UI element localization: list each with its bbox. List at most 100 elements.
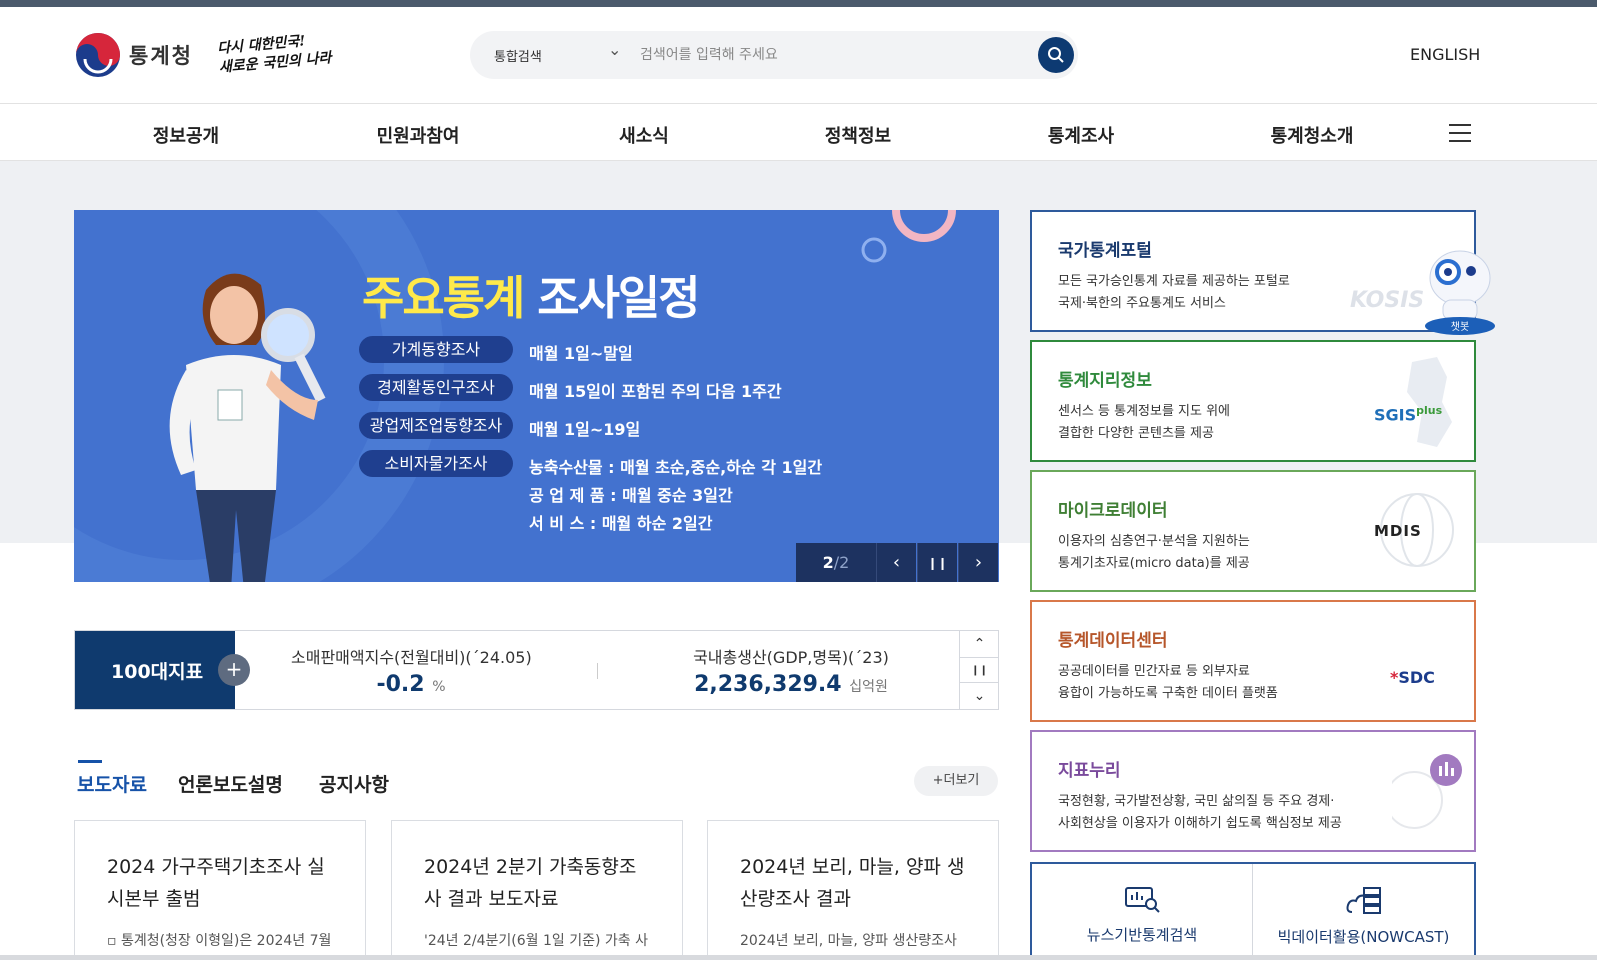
chevron-left-icon: ‹ [892,552,901,573]
news-card-title: 2024년 2분기 가축동향조사 결과 보도자료 [424,856,637,910]
nav-item-policy[interactable]: 정책정보 [825,122,891,148]
nav-item-news[interactable]: 새소식 [619,122,669,148]
news-card[interactable]: 2024 가구주택기초조사 실시본부 출범 ▫ 통계청(청장 이형일)은 202… [74,820,366,960]
search-bar: 통합검색 ⌄ [470,31,1078,79]
indicator-item[interactable]: 국내총생산(GDP,명목)(´23) 2,236,329.4 십억원 [671,644,911,697]
english-link[interactable]: ENGLISH [1410,45,1480,64]
menu-icon[interactable] [1449,124,1471,142]
indicator-value: 2,236,329.4 [694,672,842,697]
character-illustration [169,273,326,582]
main-nav: 정보공개 민원과참여 새소식 정책정보 통계조사 통계청소개 [0,103,1597,161]
banner-page-total: /2 [833,553,850,572]
banner-next-button[interactable]: › [958,543,998,582]
search-button[interactable] [1038,37,1074,73]
site-header: 통계청 다시 대한민국! 새로운 국민의 나라 통합검색 ⌄ ENGLISH [0,7,1597,103]
schedule-tag: 소비자물가조사 [359,450,513,477]
nav-item-surveys[interactable]: 통계조사 [1048,122,1114,148]
service-title: 통계데이터센터 [1058,631,1168,651]
indicator-up-button[interactable]: ⌃ [959,631,999,657]
quick-link-label: 뉴스기반통계검색 [1086,926,1198,944]
quick-links: 뉴스기반통계검색 빅데이터활용(NOWCAST) [1030,862,1476,960]
schedule-tag: 경제활동인구조사 [359,374,513,401]
chevron-down-icon[interactable]: ⌄ [608,40,621,59]
schedule-value: 매월 1일~19일 [529,420,641,439]
service-index-nuri[interactable]: 지표누리 국정현황, 국가발전상황, 국민 삶의질 등 주요 경제· 사회현상을 … [1030,730,1476,852]
indicator-down-button[interactable]: ⌄ [959,683,999,709]
indicator-label[interactable]: 100대지표 [75,631,235,709]
banner-title-rest: 조사일정 [537,271,700,325]
indicator-ticker: 100대지표 + 소매판매액지수(전월대비)(´24.05) -0.2 % 국내… [74,630,999,710]
indicator-name: 국내총생산(GDP,명목)(´23) [693,648,889,667]
chatbot-mascot-icon[interactable]: 챗봇 [1415,238,1505,338]
search-input[interactable] [640,41,1010,69]
banner-page-current: 2 [822,553,834,572]
korea-map-icon [1407,357,1452,447]
service-title: 국가통계포털 [1058,241,1152,261]
schedule-extra-line: 서 비 스 : 매월 하순 2일간 [529,514,713,533]
news-stats-search-link[interactable]: 뉴스기반통계검색 [1032,864,1253,960]
chatbot-label: 챗봇 [1451,321,1469,333]
pause-icon: ❙❙ [971,664,988,676]
taegeuk-logo-icon [76,33,120,77]
tab-notices[interactable]: 공지사항 [319,770,389,797]
indicator-item[interactable]: 소매판매액지수(전월대비)(´24.05) -0.2 % [291,644,532,697]
top-accent-line [0,0,1597,7]
banner-pause-button[interactable]: ❙❙ [917,543,957,582]
sdc-logo-text: SDC [1398,668,1435,687]
tab-press-releases[interactable]: 보도자료 [77,770,147,797]
indicator-name: 소매판매액지수(전월대비)(´24.05) [291,648,532,667]
service-mdis[interactable]: 마이크로데이터 이용자의 심층연구·분석을 지원하는 통계기초자료(micro d… [1030,470,1476,592]
chevron-down-icon: ⌄ [973,688,986,704]
search-icon [1048,47,1064,63]
schedule-tag: 광업제조업동향조사 [359,412,513,439]
horizontal-scrollbar[interactable] [0,955,1597,960]
banner-prev-button[interactable]: ‹ [876,543,916,582]
chevron-up-icon: ⌃ [973,636,986,652]
service-kosis[interactable]: 국가통계포털 모든 국가승인통계 자료를 제공하는 포털로 국제·북한의 주요통계… [1030,210,1476,332]
search-scope-select[interactable]: 통합검색 [494,46,542,65]
news-search-icon [1125,887,1160,913]
news-card[interactable]: 2024년 보리, 마늘, 양파 생산량조사 결과 2024년 보리, 마늘, … [707,820,999,960]
chart-globe-icon [1392,754,1462,829]
schedule-value: 매월 15일이 포함된 주의 다음 1주간 [529,382,782,401]
cloud-server-icon [1346,887,1381,914]
sgis-logo-text: SGIS [1374,405,1417,425]
more-button[interactable]: +더보기 [914,766,998,796]
indicator-divider [597,663,598,679]
sgis-logo: SGISplus [1374,404,1442,424]
bigdata-nowcast-link[interactable]: 빅데이터활용(NOWCAST) [1253,864,1474,960]
service-sgis[interactable]: 통계지리정보 센서스 등 통계정보를 지도 위에 결합한 다양한 콘텐츠를 제공 … [1030,340,1476,462]
banner-page-indicator: 2/2 [796,543,876,582]
indicator-value: -0.2 [376,672,425,697]
site-logo[interactable]: 통계청 [75,32,193,78]
nav-item-civil-participation[interactable]: 민원과참여 [377,122,460,148]
slogan: 다시 대한민국! 새로운 국민의 나라 [217,30,333,78]
schedule-value: 매월 1일~말일 [529,344,633,363]
active-tab-indicator [78,760,102,763]
banner-title-highlight: 주요통계 [362,271,525,325]
sgis-logo-plus: plus [1416,404,1443,417]
nav-item-about[interactable]: 통계청소개 [1271,122,1354,148]
chevron-right-icon: › [974,552,983,573]
nav-item-info-disclosure[interactable]: 정보공개 [153,122,219,148]
service-sdc[interactable]: 통계데이터센터 공공데이터를 민간자료 등 외부자료 융합이 가능하도록 구축한 … [1030,600,1476,722]
schedule-value: 농축수산물 : 매월 초순,중순,하순 각 1일간 [529,458,823,477]
schedule-extra-line: 공 업 제 품 : 매월 중순 3일간 [529,486,733,505]
indicator-pause-button[interactable]: ❙❙ [959,657,999,683]
news-card-title: 2024 가구주택기초조사 실시본부 출범 [107,856,325,910]
news-card[interactable]: 2024년 2분기 가축동향조사 결과 보도자료 '24년 2/4분기(6월 1… [391,820,683,960]
quick-link-label: 빅데이터활용(NOWCAST) [1277,928,1450,946]
sdc-logo: *SDC [1390,668,1435,687]
mdis-logo: MDIS [1374,522,1422,540]
news-card-title: 2024년 보리, 마늘, 양파 생산량조사 결과 [740,856,965,910]
schedule-tag: 가계동향조사 [359,336,513,363]
main-banner[interactable]: 주요통계 조사일정 가계동향조사 매월 1일~말일 경제활동인구조사 매월 15… [74,210,999,582]
logo-text: 통계청 [129,44,193,68]
pause-icon: ❙❙ [927,555,948,570]
indicator-unit: % [432,679,446,695]
tab-media-explanations[interactable]: 언론보도설명 [178,770,283,797]
indicator-more-button[interactable]: + [218,654,250,686]
indicator-unit: 십억원 [849,679,888,695]
banner-title: 주요통계 조사일정 [362,262,701,328]
kosis-logo: KOSIS [1350,288,1425,313]
